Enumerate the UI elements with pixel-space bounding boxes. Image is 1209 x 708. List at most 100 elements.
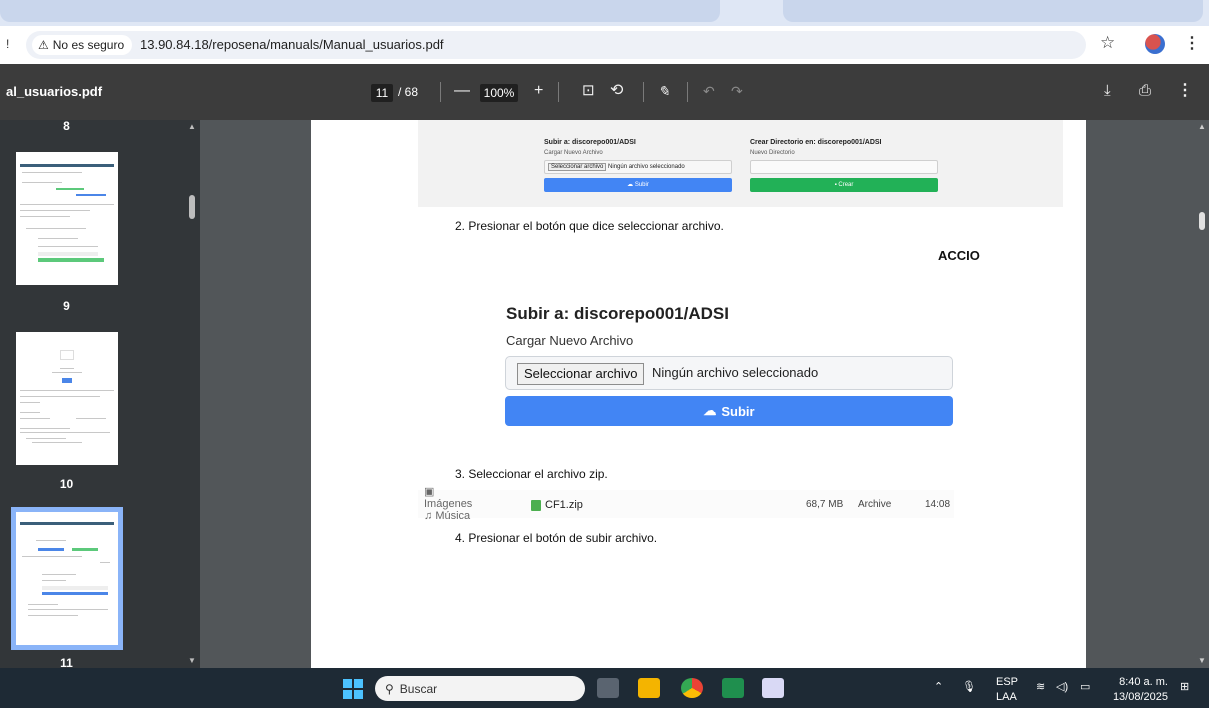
sidebar-scroll-thumb[interactable] [189, 195, 195, 219]
step-3-text: 3. Seleccionar el archivo zip. [455, 467, 608, 481]
viewer-scroll-down-icon[interactable]: ▼ [1198, 656, 1206, 665]
tab-group-left[interactable] [0, 0, 720, 22]
battery-icon[interactable]: ▭ [1080, 681, 1090, 693]
no-file-text: Ningún archivo seleccionado [652, 365, 819, 380]
rotate-icon[interactable]: ⟲ [610, 81, 623, 101]
thumbnail-label: 9 [63, 299, 70, 313]
search-placeholder: Buscar [399, 681, 438, 696]
left-edge-glyph: ! [6, 37, 10, 51]
language-indicator[interactable]: ESP LAA [996, 676, 1018, 703]
pdf-page: Subir a: discorepo001/ADSI Cargar Nuevo … [311, 120, 1086, 668]
profile-avatar[interactable] [1145, 34, 1165, 54]
pictures-label: Imágenes [424, 498, 473, 510]
tray-overflow-icon[interactable]: ⌃ [934, 681, 943, 693]
bookmark-star-icon[interactable]: ☆ [1100, 33, 1115, 53]
thumb-line [28, 615, 78, 616]
music-label: Música [435, 510, 471, 522]
small-file-button: Seleccionar archivo [548, 163, 607, 171]
upload-title: Subir a: discorepo001/ADSI [506, 304, 729, 323]
notifications-icon[interactable]: ⊞ [1180, 681, 1189, 693]
thumb-line [56, 188, 84, 190]
scroll-up-arrow-icon[interactable]: ▲ [188, 122, 196, 131]
thumbnail-sidebar: 8 9 10 11 ▲ ▼ [0, 120, 200, 668]
fit-page-icon[interactable]: ⊡ [582, 81, 595, 101]
thumb-line [60, 368, 74, 369]
thumb-line [38, 252, 98, 256]
browser-menu-icon[interactable]: ⋮ [1184, 33, 1200, 53]
thumb-line [20, 210, 90, 211]
scroll-down-arrow-icon[interactable]: ▼ [188, 656, 196, 665]
small-file-field: Seleccionar archivo Ningún archivo selec… [544, 160, 732, 174]
thumbnail-page-11[interactable] [11, 507, 123, 650]
thumbnail-page-9[interactable] [16, 152, 118, 285]
windows-start-icon[interactable] [343, 679, 363, 699]
url-text[interactable]: 13.90.84.18/reposena/manuals/Manual_usua… [140, 37, 444, 52]
language-bottom: LAA [996, 691, 1017, 703]
zoom-in-button[interactable]: + [534, 81, 543, 101]
toolbar-divider [687, 82, 688, 102]
excel-icon[interactable] [722, 678, 744, 698]
chrome-icon[interactable] [681, 678, 703, 698]
thumb-line [20, 390, 114, 391]
thumbnail-page-10[interactable] [16, 332, 118, 465]
tab-strip [0, 0, 1209, 26]
thumb-line [22, 556, 82, 557]
viewer-scrollbar[interactable] [1195, 120, 1209, 668]
task-view-icon[interactable] [597, 678, 619, 698]
pdf-more-icon[interactable]: ⋮ [1177, 81, 1193, 101]
thumb-line [60, 350, 74, 360]
thumb-line [20, 396, 100, 397]
embedded-screenshot-forms: Subir a: discorepo001/ADSI Cargar Nuevo … [418, 120, 1063, 207]
security-chip[interactable]: ⚠ No es seguro [32, 35, 133, 55]
cloud-upload-icon: ☁ [703, 403, 717, 418]
page-total: / 68 [398, 85, 419, 99]
sidebar-folder-music: ♫ Música [424, 510, 471, 522]
small-create-title: Crear Directorio en: discorepo001/ADSI [750, 139, 882, 146]
file-name: CF1.zip [545, 499, 583, 511]
small-file-text: Ningún archivo seleccionado [608, 164, 685, 170]
viewer-scroll-thumb[interactable] [1199, 212, 1205, 230]
annotate-pen-icon[interactable]: ✎ [658, 81, 670, 101]
toolbar-divider [440, 82, 441, 102]
file-name-cell: CF1.zip [531, 499, 583, 511]
zoom-out-button[interactable]: — [454, 81, 470, 101]
file-explorer-icon[interactable] [638, 678, 660, 698]
page-number-input[interactable]: 11 [371, 84, 393, 102]
viewer-scroll-up-icon[interactable]: ▲ [1198, 122, 1206, 131]
volume-icon[interactable]: ◁) [1056, 681, 1068, 693]
select-file-button-image: Seleccionar archivo [517, 363, 645, 385]
tab-group-right[interactable] [783, 0, 1203, 22]
redo-icon[interactable]: ↷ [731, 81, 743, 101]
small-create-label-text: Crear [838, 182, 854, 188]
zoom-input[interactable]: 100% [480, 84, 518, 102]
undo-icon[interactable]: ↶ [703, 81, 715, 101]
thumb-line [36, 540, 66, 541]
thumb-line [20, 522, 114, 525]
thumbnail-label: 8 [63, 120, 70, 133]
thumb-line [20, 428, 70, 429]
upload-form-small: Subir a: discorepo001/ADSI Cargar Nuevo … [544, 120, 732, 192]
clock[interactable]: 8:40 a. m. 13/08/2025 [1110, 676, 1168, 703]
thumb-line [38, 548, 64, 551]
thumb-line [22, 172, 82, 173]
omnibox[interactable]: ⚠ No es seguro 13.90.84.18/reposena/manu… [26, 31, 1086, 59]
thumb-line [32, 442, 82, 443]
pdf-title: al_usuarios.pdf [6, 84, 103, 99]
thumb-line [62, 378, 72, 383]
thumb-line [76, 418, 106, 419]
warning-icon: ⚠ [38, 38, 49, 52]
print-icon[interactable]: ⎙ [1139, 81, 1151, 101]
download-icon[interactable]: ⤓ [1104, 81, 1111, 101]
taskbar-search[interactable]: ⚲ Buscar [375, 676, 585, 701]
step-4-text: 4. Presionar el botón de subir archivo. [455, 531, 658, 545]
clock-date: 13/08/2025 [1112, 691, 1168, 703]
thumb-line [42, 586, 108, 590]
create-dir-form-small: Crear Directorio en: discorepo001/ADSI N… [750, 120, 938, 192]
microphone-icon[interactable]: 🎙 [962, 681, 976, 693]
thumb-line [42, 574, 76, 575]
file-size: 68,7 MB [806, 499, 844, 510]
wifi-icon[interactable]: ≋ [1036, 681, 1045, 693]
snipping-tool-icon[interactable] [762, 678, 784, 698]
thumbnail-label: 11 [60, 656, 73, 668]
truncated-heading: ACCIO [938, 248, 980, 263]
